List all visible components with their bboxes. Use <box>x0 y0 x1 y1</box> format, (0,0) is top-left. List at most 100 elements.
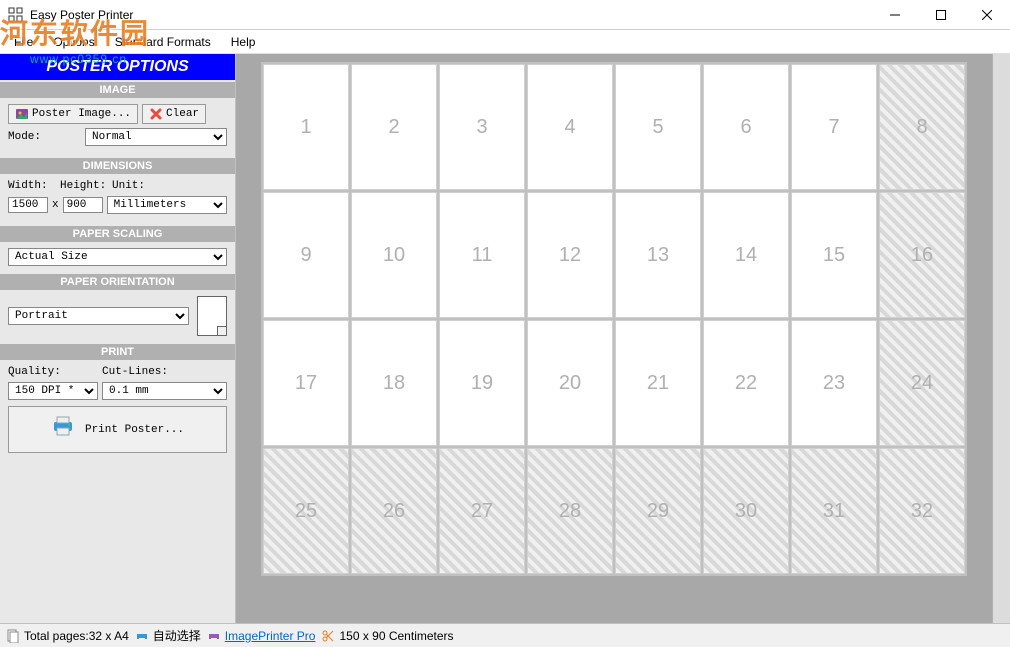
page-tile[interactable]: 2 <box>351 64 437 190</box>
page-tile[interactable]: 15 <box>791 192 877 318</box>
menu-options[interactable]: Options <box>43 32 104 52</box>
scaling-select[interactable]: Actual Size <box>8 248 227 266</box>
window-controls <box>872 0 1010 30</box>
page-tile[interactable]: 20 <box>527 320 613 446</box>
printer-small-icon <box>135 629 149 643</box>
preview-area: 1234567891011121314151617181920212223242… <box>236 54 1010 623</box>
page-tile[interactable]: 31 <box>791 448 877 574</box>
page-tile[interactable]: 6 <box>703 64 789 190</box>
section-scaling-body: Actual Size <box>0 242 235 272</box>
section-dimensions-header: DIMENSIONS <box>0 158 235 174</box>
page-tile[interactable]: 13 <box>615 192 701 318</box>
status-auto-select: 自动选择 <box>135 627 201 644</box>
section-image-header: IMAGE <box>0 82 235 98</box>
page-tile[interactable]: 19 <box>439 320 525 446</box>
mode-select[interactable]: Normal <box>85 128 227 146</box>
menubar: File Options Standard Formats Help <box>0 30 1010 54</box>
clear-button[interactable]: Clear <box>142 104 206 124</box>
page-tile[interactable]: 29 <box>615 448 701 574</box>
sidebar: POSTER OPTIONS IMAGE Poster Image... Cle… <box>0 54 236 623</box>
page-tile[interactable]: 25 <box>263 448 349 574</box>
page-tile[interactable]: 22 <box>703 320 789 446</box>
height-label: Height: <box>60 180 108 192</box>
poster-grid: 1234567891011121314151617181920212223242… <box>261 62 967 576</box>
page-tile[interactable]: 11 <box>439 192 525 318</box>
quality-label: Quality: <box>8 366 98 378</box>
printer-link-icon <box>207 629 221 643</box>
page-tile[interactable]: 16 <box>879 192 965 318</box>
page-tile[interactable]: 28 <box>527 448 613 574</box>
page-tile[interactable]: 30 <box>703 448 789 574</box>
maximize-button[interactable] <box>918 0 964 30</box>
status-total-pages-text: Total pages:32 x A4 <box>24 629 129 643</box>
page-tile[interactable]: 4 <box>527 64 613 190</box>
page-tile[interactable]: 8 <box>879 64 965 190</box>
printer-icon <box>51 415 75 444</box>
poster-image-button[interactable]: Poster Image... <box>8 104 138 124</box>
menu-file[interactable]: File <box>4 32 43 52</box>
page-tile[interactable]: 3 <box>439 64 525 190</box>
height-input[interactable] <box>63 197 103 213</box>
width-label: Width: <box>8 180 56 192</box>
status-total-pages: Total pages:32 x A4 <box>6 629 129 643</box>
dim-x: x <box>52 199 59 211</box>
status-size-text: 150 x 90 Centimeters <box>339 629 453 643</box>
status-size: 150 x 90 Centimeters <box>321 629 453 643</box>
minimize-button[interactable] <box>872 0 918 30</box>
status-imageprinter-link[interactable]: ImagePrinter Pro <box>225 629 316 643</box>
clear-icon <box>149 107 163 121</box>
status-auto-select-text: 自动选择 <box>153 627 201 644</box>
main-area: POSTER OPTIONS IMAGE Poster Image... Cle… <box>0 54 1010 623</box>
poster-image-label: Poster Image... <box>32 108 131 120</box>
sidebar-header: POSTER OPTIONS <box>0 54 235 80</box>
maximize-icon <box>936 10 946 20</box>
menu-standard-formats[interactable]: Standard Formats <box>105 32 221 52</box>
page-tile[interactable]: 1 <box>263 64 349 190</box>
page-tile[interactable]: 14 <box>703 192 789 318</box>
section-orientation-header: PAPER ORIENTATION <box>0 274 235 290</box>
clear-label: Clear <box>166 108 199 120</box>
pages-icon <box>6 629 20 643</box>
unit-label: Unit: <box>112 180 145 192</box>
cutlines-select[interactable]: 0.1 mm <box>102 382 227 400</box>
menu-help[interactable]: Help <box>221 32 266 52</box>
app-icon <box>8 7 24 23</box>
page-tile[interactable]: 27 <box>439 448 525 574</box>
section-scaling-header: PAPER SCALING <box>0 226 235 242</box>
statusbar: Total pages:32 x A4 自动选择 ImagePrinter Pr… <box>0 623 1010 647</box>
page-tile[interactable]: 17 <box>263 320 349 446</box>
window-title: Easy Poster Printer <box>30 8 133 22</box>
unit-select[interactable]: Millimeters <box>107 196 227 214</box>
page-tile[interactable]: 21 <box>615 320 701 446</box>
minimize-icon <box>890 10 900 20</box>
vertical-scrollbar[interactable] <box>992 54 1010 623</box>
close-icon <box>982 10 992 20</box>
page-tile[interactable]: 5 <box>615 64 701 190</box>
close-button[interactable] <box>964 0 1010 30</box>
page-tile[interactable]: 9 <box>263 192 349 318</box>
page-tile[interactable]: 32 <box>879 448 965 574</box>
scissors-icon <box>321 629 335 643</box>
page-tile[interactable]: 10 <box>351 192 437 318</box>
status-imageprinter[interactable]: ImagePrinter Pro <box>207 629 316 643</box>
print-poster-button[interactable]: Print Poster... <box>8 406 227 453</box>
page-tile[interactable]: 24 <box>879 320 965 446</box>
print-poster-label: Print Poster... <box>85 424 184 436</box>
page-tile[interactable]: 23 <box>791 320 877 446</box>
orientation-select[interactable]: Portrait <box>8 307 189 325</box>
page-tile[interactable]: 18 <box>351 320 437 446</box>
page-tile[interactable]: 26 <box>351 448 437 574</box>
page-tile[interactable]: 7 <box>791 64 877 190</box>
orientation-preview-icon <box>197 296 227 336</box>
section-dimensions-body: Width: Height: Unit: x Millimeters <box>0 174 235 224</box>
quality-select[interactable]: 150 DPI * <box>8 382 98 400</box>
titlebar: Easy Poster Printer <box>0 0 1010 30</box>
section-print-body: Quality: Cut-Lines: 150 DPI * 0.1 mm Pri… <box>0 360 235 459</box>
section-orientation-body: Portrait <box>0 290 235 342</box>
page-tile[interactable]: 12 <box>527 192 613 318</box>
image-icon <box>15 107 29 121</box>
section-print-header: PRINT <box>0 344 235 360</box>
preview-scroll[interactable]: 1234567891011121314151617181920212223242… <box>236 54 992 623</box>
width-input[interactable] <box>8 197 48 213</box>
mode-label: Mode: <box>8 131 41 143</box>
